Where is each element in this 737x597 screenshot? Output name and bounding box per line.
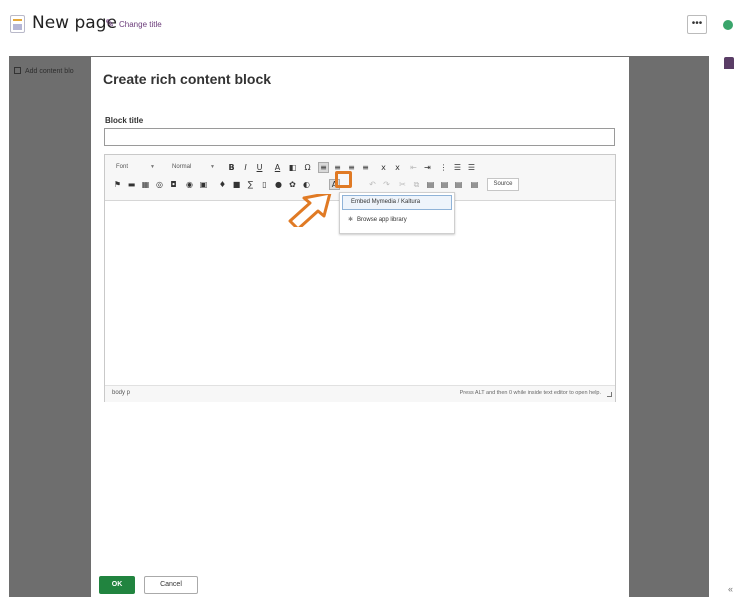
flag-icon[interactable]: ⚑ [113, 180, 122, 189]
numbered-list-icon[interactable]: ⋮ [439, 163, 448, 172]
user-icon[interactable] [724, 57, 734, 69]
puzzle-icon: ✱ [348, 217, 354, 223]
block-title-input[interactable] [104, 128, 615, 146]
pencil-icon[interactable]: ✎ [105, 17, 114, 30]
youtube-icon[interactable]: ● [274, 180, 283, 189]
superscript-icon[interactable]: x [393, 163, 402, 172]
bg-color-icon[interactable]: ◧ [288, 163, 297, 172]
bold-icon[interactable]: B [227, 163, 236, 172]
arrow-icon[interactable]: « [728, 584, 733, 594]
resize-handle-icon[interactable] [607, 392, 612, 397]
element-path[interactable]: body p [112, 390, 130, 396]
create-rich-content-modal: Create rich content block Block title Fo… [91, 57, 629, 597]
equation-icon[interactable]: ∑ [246, 180, 255, 189]
page-icon [10, 15, 25, 33]
plugin-icon[interactable]: ◐ [302, 180, 311, 189]
highlight-box [335, 171, 352, 188]
anchor-icon[interactable]: ◘ [169, 180, 178, 189]
cancel-button[interactable]: Cancel [144, 576, 198, 594]
image-icon[interactable]: ▣ [199, 180, 208, 189]
embed-mymedia-item[interactable]: Embed Mymedia / Kaltura [342, 195, 452, 210]
block-title-label: Block title [105, 116, 144, 125]
indent-icon[interactable]: ⇥ [423, 163, 432, 172]
undo-icon[interactable]: ↶ [368, 180, 377, 189]
link-icon[interactable]: ◎ [155, 180, 164, 189]
audio-icon[interactable]: ♦ [218, 180, 227, 189]
source-button[interactable]: Source [487, 178, 519, 191]
format-combo[interactable]: Normal ▼ [165, 160, 219, 174]
text-color-icon[interactable]: A [273, 163, 282, 172]
align-left-icon[interactable]: ≡ [318, 162, 329, 173]
top-header: New page ✎ Change title ••• [0, 0, 737, 46]
more-options-button[interactable]: ••• [687, 15, 707, 34]
ok-button[interactable]: OK [99, 576, 135, 594]
video-icon[interactable]: ■ [232, 180, 241, 189]
bullet-list-icon[interactable]: ☰ [453, 163, 462, 172]
editor-statusbar: body p Press ALT and then 0 while inside… [105, 385, 615, 402]
paste-icon[interactable]: ▤ [426, 180, 435, 189]
add-block-icon [14, 67, 21, 74]
horizontal-rule-icon[interactable]: ▬ [127, 180, 136, 189]
paste-word-icon[interactable]: ▤ [454, 180, 463, 189]
outdent-icon[interactable]: ⇤ [409, 163, 418, 172]
browse-app-library-item[interactable]: ✱ Browse app library [342, 214, 452, 229]
help-hint: Press ALT and then 0 while inside text e… [459, 390, 601, 396]
modal-title: Create rich content block [103, 71, 272, 87]
chevron-down-icon: ▼ [210, 164, 215, 170]
change-title-link[interactable]: Change title [119, 20, 162, 29]
embed-icon[interactable]: ▯ [260, 180, 269, 189]
subscript-icon[interactable]: x [379, 163, 388, 172]
paste-text-icon[interactable]: ▤ [440, 180, 449, 189]
pointer-arrow-icon [288, 194, 332, 227]
app-library-dropdown: Embed Mymedia / Kaltura ✱ Browse app libr… [339, 192, 455, 234]
special-char-icon[interactable]: Ω [303, 163, 312, 172]
chevron-down-icon: ▼ [150, 164, 155, 170]
font-combo[interactable]: Font ▼ [109, 160, 159, 174]
find-icon[interactable]: ▤ [470, 180, 479, 189]
puzzle-icon[interactable]: ✿ [288, 180, 297, 189]
align-justify-icon[interactable]: ≡ [361, 163, 370, 172]
underline-icon[interactable]: U [255, 163, 264, 172]
copy-icon[interactable]: ⧉ [412, 180, 421, 189]
table-icon[interactable]: ▦ [141, 180, 150, 189]
styles-icon[interactable]: ☰ [467, 163, 476, 172]
cut-icon[interactable]: ✂ [398, 180, 407, 189]
globe-icon[interactable]: ◉ [185, 180, 194, 189]
add-content-block-label: Add content blo [14, 67, 74, 75]
eye-icon[interactable] [723, 20, 733, 30]
italic-icon[interactable]: I [241, 163, 250, 172]
redo-icon[interactable]: ↷ [382, 180, 391, 189]
